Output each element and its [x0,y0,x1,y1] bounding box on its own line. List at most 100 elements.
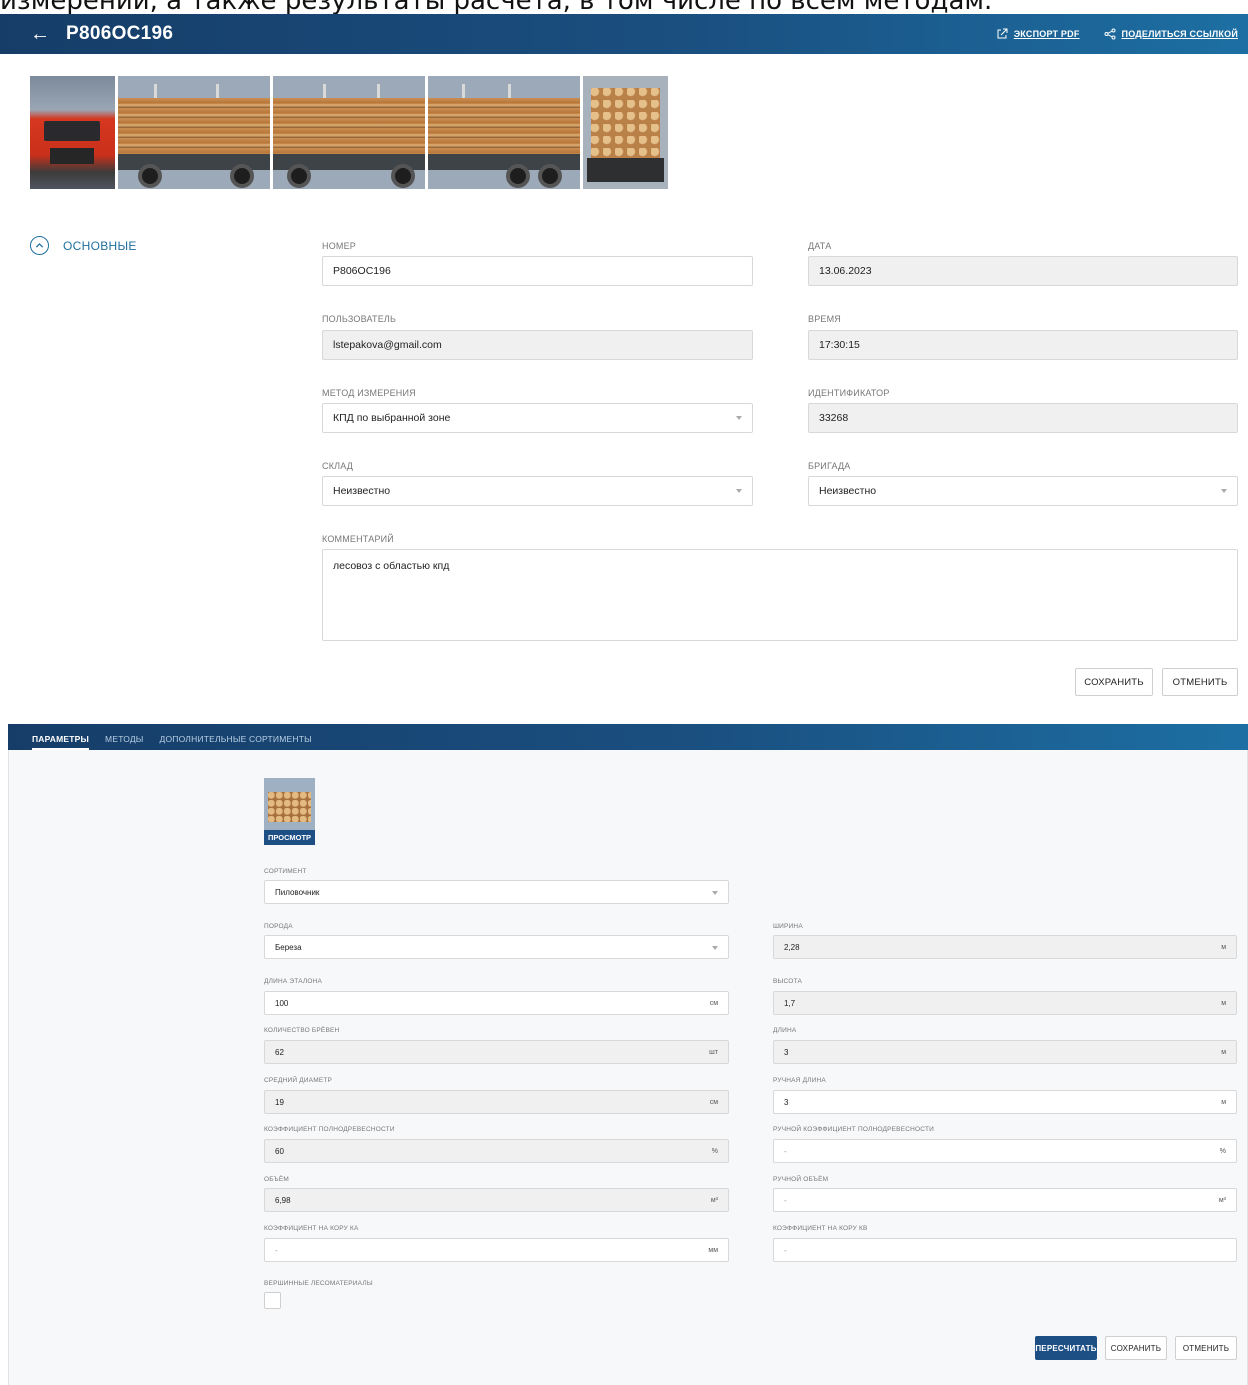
volume-field: 6,98 м³ [264,1188,729,1212]
width-label: ШИРИНА [773,923,803,930]
fullness-value: 60 [275,1146,284,1156]
view-button[interactable]: ПРОСМОТР [264,830,315,845]
height-value: 1,7 [784,998,796,1008]
time-field: 17:30:15 [808,330,1238,360]
logs-count-field: 62 шт [264,1040,729,1064]
parameters-panel [8,750,1248,1385]
date-label: ДАТА [808,241,832,251]
fullness-unit: % [711,1148,718,1155]
tab-extra-sortiments[interactable]: ДОПОЛНИТЕЛЬНЫЕ СОРТИМЕНТЫ [160,734,312,750]
tab-parameters[interactable]: ПАРАМЕТРЫ [32,734,90,750]
truck-front-photo[interactable] [30,76,115,189]
comment-label: КОММЕНТАРИЙ [322,534,394,544]
ref-length-value: 100 [275,998,289,1008]
length-field: 3 м [773,1040,1237,1064]
params-cancel-button[interactable]: ОТМЕНИТЬ [1175,1336,1237,1360]
top-wood-label: ВЕРШИННЫЕ ЛЕСОМАТЕРИАЛЫ [264,1280,373,1287]
bark-kb-value: - [784,1245,787,1255]
timber-load-photo-1[interactable] [118,76,270,189]
logs-count-label: КОЛИЧЕСТВО БРЁВЕН [264,1027,340,1034]
manual-length-label: РУЧНАЯ ДЛИНА [773,1077,826,1084]
manual-volume-field[interactable]: - м³ [773,1188,1237,1212]
height-unit: м [1221,1000,1226,1007]
bark-ka-unit: мм [708,1247,718,1254]
cancel-button[interactable]: ОТМЕНИТЬ [1162,668,1238,696]
top-wood-checkbox[interactable] [264,1292,281,1309]
number-input[interactable] [333,265,752,277]
recalculate-button[interactable]: ПЕРЕСЧИТАТЬ [1035,1336,1097,1360]
date-field: 13.06.2023 [808,256,1238,286]
volume-value: 6,98 [275,1195,291,1205]
length-value: 3 [784,1047,789,1057]
length-label: ДЛИНА [773,1027,797,1034]
number-label: НОМЕР [322,241,357,251]
timber-load-photo-3[interactable] [428,76,580,189]
time-label: ВРЕМЯ [808,314,842,324]
back-arrow-icon[interactable]: ← [30,23,54,46]
brigade-select[interactable]: Неизвестно [808,476,1238,506]
avg-diameter-value: 19 [275,1097,284,1107]
bark-ka-label: КОЭФФИЦИЕНТ НА КОРУ КА [264,1225,359,1232]
export-pdf-label: ЭКСПОРТ PDF [1013,29,1080,39]
fullness-field: 60 % [264,1139,729,1163]
manual-volume-value: - [784,1195,787,1205]
share-icon [1104,28,1116,40]
bark-kb-label: КОЭФФИЦИЕНТ НА КОРУ КВ [773,1225,868,1232]
sortiment-select[interactable]: Пиловочник [264,880,729,904]
user-label: ПОЛЬЗОВАТЕЛЬ [322,314,397,324]
share-link-label: ПОДЕЛИТЬСЯ ССЫЛКОЙ [1121,29,1238,39]
logs-count-value: 62 [275,1047,284,1057]
photo-gallery [30,76,668,189]
timber-rear-photo[interactable] [583,76,668,189]
width-value: 2,28 [784,942,800,952]
tab-methods[interactable]: МЕТОДЫ [105,734,143,750]
bark-kb-field[interactable]: - [773,1238,1237,1262]
warehouse-select[interactable]: Неизвестно [322,476,753,506]
method-label: МЕТОД ИЗМЕРЕНИЯ [322,388,416,398]
logs-count-unit: шт [709,1049,718,1056]
warehouse-label: СКЛАД [322,461,354,471]
header-actions: ЭКСПОРТ PDF ПОДЕЛИТЬСЯ ССЫЛКОЙ [996,28,1238,40]
section-toggle-main[interactable]: ОСНОВНЫЕ [30,236,137,255]
panel-tabs: ПАРАМЕТРЫ МЕТОДЫ ДОПОЛНИТЕЛЬНЫЕ СОРТИМЕН… [8,724,1248,750]
dropdown-caret-icon [712,946,718,950]
manual-fullness-value: - [784,1146,787,1156]
method-value: КПД по выбранной зоне [333,412,451,424]
sortiment-thumbnail[interactable] [264,778,315,830]
top-header-bar: ← Р806ОС196 ЭКСПОРТ PDF ПОДЕЛИТЬСЯ ССЫЛК… [0,14,1248,54]
export-pdf-link[interactable]: ЭКСПОРТ PDF [996,28,1080,40]
dropdown-caret-icon [736,489,742,493]
volume-unit: м³ [710,1197,718,1204]
number-field[interactable] [322,256,753,286]
avg-diameter-field: 19 см [264,1090,729,1114]
ref-length-unit: см [709,1000,718,1007]
comment-textarea[interactable]: лесовоз с областью кпд [333,550,1237,640]
id-field: 33268 [808,403,1238,433]
bark-ka-field[interactable]: - мм [264,1238,729,1262]
share-link-button[interactable]: ПОДЕЛИТЬСЯ ССЫЛКОЙ [1104,28,1238,40]
manual-length-value: 3 [784,1097,789,1107]
sortiment-label: СОРТИМЕНТ [264,868,307,875]
width-field: 2,28 м [773,935,1237,959]
save-button[interactable]: СОХРАНИТЬ [1075,668,1153,696]
ref-length-label: ДЛИНА ЭТАЛОНА [264,978,323,985]
user-field: lstepakova@gmail.com [322,330,753,360]
manual-volume-label: РУЧНОЙ ОБЪЁМ [773,1176,829,1183]
warehouse-value: Неизвестно [333,485,391,497]
params-save-button[interactable]: СОХРАНИТЬ [1105,1336,1167,1360]
length-unit: м [1221,1049,1226,1056]
breed-value: Береза [275,942,302,952]
manual-fullness-field[interactable]: - % [773,1139,1237,1163]
page-title: Р806ОС196 [66,23,174,44]
ref-length-field[interactable]: 100 см [264,991,729,1015]
manual-length-field[interactable]: 3 м [773,1090,1237,1114]
comment-field[interactable]: лесовоз с областью кпд [322,549,1238,641]
height-label: ВЫСОТА [773,978,802,985]
timber-load-photo-2[interactable] [273,76,425,189]
breed-select[interactable]: Береза [264,935,729,959]
manual-volume-unit: м³ [1218,1197,1226,1204]
chevron-up-icon [30,236,49,255]
method-select[interactable]: КПД по выбранной зоне [322,403,753,433]
brigade-label: БРИГАДА [808,461,851,471]
id-label: ИДЕНТИФИКАТОР [808,388,890,398]
